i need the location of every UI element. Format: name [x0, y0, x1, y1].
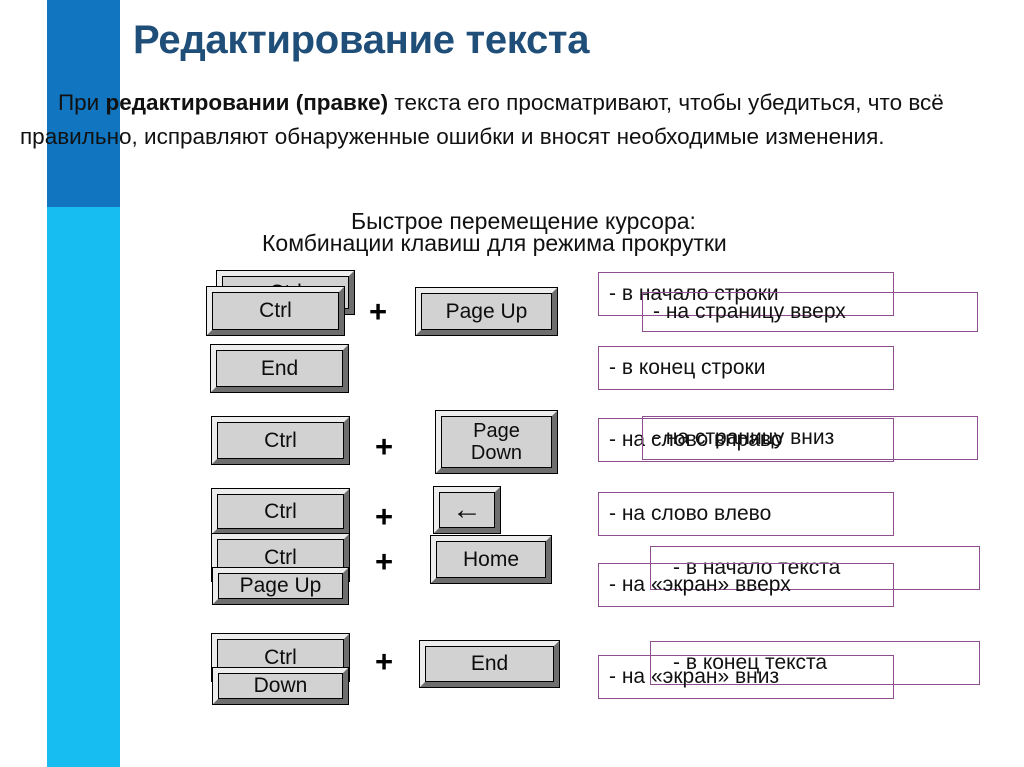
sidebar-accent-bottom	[47, 207, 120, 767]
key-home[interactable]: Home	[431, 536, 551, 583]
key-page-up-1-label: Page Up	[421, 293, 552, 330]
key-page-down-2-label: Down	[218, 673, 343, 699]
desc-line-end-text: - в конец строки	[609, 356, 766, 379]
key-ctrl-3[interactable]: Ctrl	[212, 417, 349, 464]
plus-sign-2: +	[375, 429, 394, 464]
plus-sign-4: +	[375, 544, 394, 579]
plus-sign-1: +	[369, 294, 388, 329]
desc-word-left-text: - на слово влево	[609, 502, 772, 525]
desc-page-down-text: - на страницу вниз	[653, 426, 835, 449]
key-end-1[interactable]: End	[211, 345, 348, 392]
body-bold: редактировании (правке)	[105, 90, 389, 115]
key-ctrl-4-label: Ctrl	[217, 494, 344, 529]
key-page-down-1-line1: Page	[473, 419, 520, 442]
desc-screen-down: - на «экран» вниз	[598, 655, 894, 699]
desc-word-left: - на слово влево	[598, 492, 894, 536]
key-page-up-2-behind[interactable]: Page Up	[213, 568, 348, 604]
desc-page-up-text: - на страницу вверх	[653, 300, 846, 323]
key-page-down-1-line2: Down	[470, 442, 523, 464]
plus-sign-3: +	[375, 499, 394, 534]
desc-screen-down-text: - на «экран» вниз	[609, 665, 780, 688]
desc-line-end: - в конец строки	[598, 346, 894, 390]
key-end-2[interactable]: End	[420, 641, 559, 687]
plus-sign-5: +	[375, 644, 394, 679]
slide-canvas: Редактирование текста При редактировании…	[0, 0, 1024, 767]
key-page-up-2-label: Page Up	[218, 573, 343, 599]
page-title: Редактирование текста	[133, 18, 590, 62]
key-page-down-1[interactable]: Page Down	[436, 411, 557, 473]
desc-screen-up: - на «экран» вверх	[598, 563, 894, 607]
key-ctrl-4[interactable]: Ctrl	[212, 489, 349, 534]
body-lead: При	[58, 90, 106, 115]
key-page-down-2-behind[interactable]: Down	[213, 668, 348, 704]
key-end-1-label: End	[216, 350, 343, 387]
key-arrow-left[interactable]: ←	[434, 487, 500, 533]
arrow-left-icon: ←	[452, 493, 482, 526]
key-home-label: Home	[436, 541, 546, 578]
body-paragraph: При редактировании (правке) текста его п…	[20, 86, 1020, 155]
key-ctrl-1-label: Ctrl	[212, 292, 339, 330]
key-page-up-1[interactable]: Page Up	[416, 288, 557, 335]
desc-page-down: - на страницу вниз	[642, 416, 978, 460]
desc-page-up: - на страницу вверх	[642, 292, 978, 332]
subtitle-scroll-combos: Комбинации клавиш для режима прокрутки	[262, 230, 727, 256]
key-ctrl-1[interactable]: Ctrl	[207, 287, 344, 335]
desc-screen-up-text: - на «экран» вверх	[609, 573, 791, 596]
key-ctrl-3-label: Ctrl	[217, 422, 344, 459]
key-end-2-label: End	[425, 646, 554, 682]
